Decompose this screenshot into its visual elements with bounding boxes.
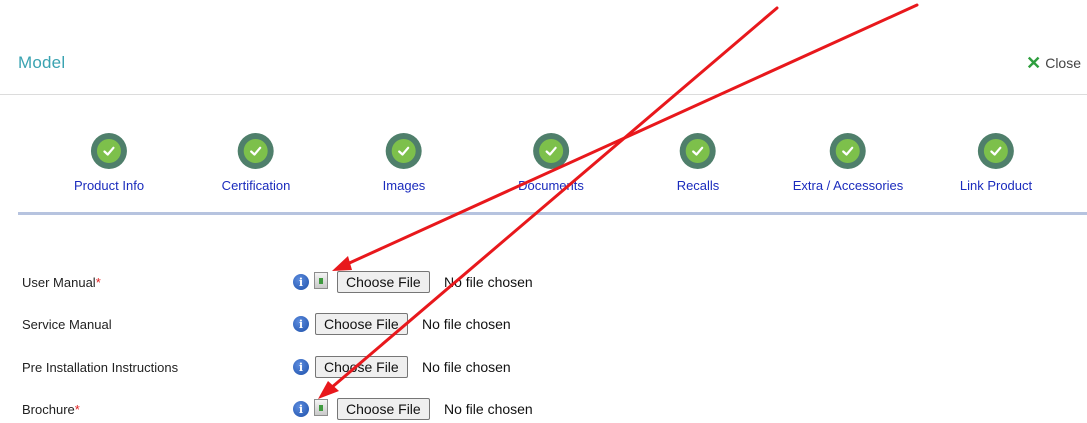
form-row-user-manual: User Manual* i Choose File No file chose… — [22, 271, 1082, 297]
steps-divider — [18, 212, 1087, 215]
file-status: No file chosen — [422, 359, 511, 375]
step-label: Link Product — [959, 178, 1033, 193]
step-images[interactable]: Images — [382, 133, 426, 193]
choose-file-button[interactable]: Choose File — [337, 398, 430, 420]
step-link-product[interactable]: Link Product — [960, 133, 1032, 193]
page-title: Model — [18, 53, 66, 72]
check-circle-icon — [90, 133, 127, 169]
step-label: Documents — [518, 178, 584, 193]
step-recalls[interactable]: Recalls — [676, 133, 720, 193]
modal-header: Model ✕ Close — [0, 0, 1087, 95]
close-label: Close — [1045, 55, 1081, 71]
form-row-brochure: Brochure* i Choose File No file chosen — [22, 398, 1082, 423]
info-icon[interactable]: i — [293, 274, 309, 290]
step-label: Certification — [221, 178, 291, 193]
download-icon[interactable] — [314, 272, 328, 289]
check-circle-icon — [977, 133, 1014, 169]
file-status: No file chosen — [444, 401, 533, 417]
field-label: Service Manual — [22, 317, 112, 332]
choose-file-button[interactable]: Choose File — [315, 356, 408, 378]
file-status: No file chosen — [422, 316, 511, 332]
choose-file-button[interactable]: Choose File — [315, 313, 408, 335]
field-label: Pre Installation Instructions — [22, 360, 179, 375]
info-icon[interactable]: i — [293, 401, 309, 417]
download-icon[interactable] — [314, 399, 328, 416]
check-circle-icon — [385, 133, 422, 169]
check-circle-icon — [237, 133, 274, 169]
check-circle-icon — [680, 133, 716, 169]
form-row-service-manual: Service Manual i Choose File No file cho… — [22, 313, 1082, 339]
step-label: Recalls — [676, 178, 720, 193]
step-label: Extra / Accessories — [792, 178, 904, 193]
check-circle-icon — [829, 133, 866, 169]
step-extra-accessories[interactable]: Extra / Accessories — [792, 133, 904, 193]
step-label: Product Info — [73, 178, 145, 193]
info-icon[interactable]: i — [293, 316, 309, 332]
step-label: Images — [382, 178, 426, 193]
check-circle-icon — [533, 133, 569, 169]
field-label: Brochure* — [22, 402, 80, 417]
file-status: No file chosen — [444, 274, 533, 290]
step-documents[interactable]: Documents — [518, 133, 584, 193]
field-label: User Manual* — [22, 275, 101, 290]
close-button[interactable]: ✕ Close — [1026, 53, 1081, 73]
step-product-info[interactable]: Product Info — [74, 133, 144, 193]
info-icon[interactable]: i — [293, 359, 309, 375]
step-certification[interactable]: Certification — [221, 133, 291, 193]
close-x-icon: ✕ — [1026, 53, 1042, 73]
required-asterisk: * — [74, 402, 80, 417]
choose-file-button[interactable]: Choose File — [337, 271, 430, 293]
required-asterisk: * — [95, 275, 101, 290]
form-row-pre-installation: Pre Installation Instructions i Choose F… — [22, 356, 1082, 382]
wizard-steps: Product Info Certification Images Docume… — [0, 95, 1087, 213]
